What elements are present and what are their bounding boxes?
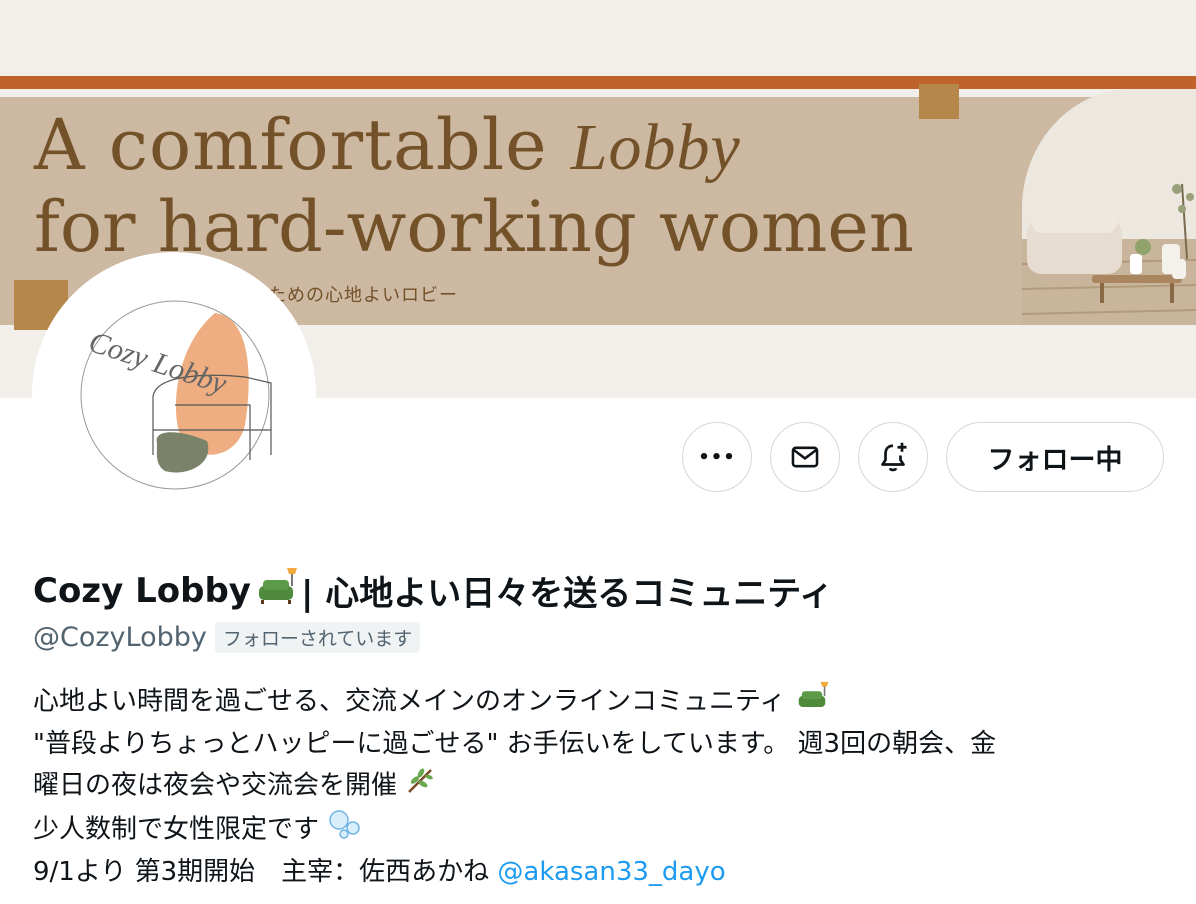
- bell-plus-icon: [881, 442, 907, 472]
- cozy-lobby-logo: Cozy Lobby: [80, 300, 272, 490]
- profile-name-text: Cozy Lobby: [33, 570, 251, 611]
- bio-line-3: 曜日の夜は夜会や交流会を開催: [33, 764, 996, 808]
- profile-handle: @CozyLobby: [33, 622, 207, 653]
- branch-icon: [405, 764, 437, 808]
- couch-lamp-icon: [794, 680, 830, 724]
- bio-line-3-text: 曜日の夜は夜会や交流会を開催: [33, 770, 398, 801]
- organizer-mention-link[interactable]: @akasan33_dayo: [497, 857, 725, 887]
- bio-line-5-text: 9/1より 第3期開始 主宰：佐西あかね: [33, 857, 498, 887]
- bio-line-4-text: 少人数制で女性限定です: [33, 814, 320, 845]
- profile-name: Cozy Lobby | 心地よい日々を送るコミュニティ: [33, 566, 833, 615]
- banner-headline-part1: A comfortable: [34, 104, 548, 186]
- profile-name-suffix: | 心地よい日々を送るコミュニティ: [300, 574, 834, 614]
- more-options-button[interactable]: •••: [682, 422, 752, 492]
- bio-line-5: 9/1より 第3期開始 主宰：佐西あかね @akasan33_dayo: [33, 852, 996, 892]
- envelope-icon: [791, 446, 819, 468]
- more-options-icon: •••: [698, 446, 736, 468]
- banner-square-top: [919, 84, 959, 119]
- banner-stripe: [0, 76, 1196, 89]
- follows-you-badge: フォローされています: [214, 622, 421, 653]
- banner-subtitle: ための心地よいロビー: [268, 285, 458, 306]
- profile-avatar[interactable]: Cozy Lobby: [32, 252, 316, 536]
- banner-headline-script: Lobby: [570, 111, 741, 184]
- bio-line-2: "普段よりちょっとハッピーに過ごせる" お手伝いをしています。 週3回の朝会、金: [33, 729, 997, 759]
- couch-lamp-icon: [253, 566, 299, 615]
- following-button[interactable]: フォロー中: [946, 422, 1164, 492]
- bubbles-icon: [327, 808, 363, 852]
- profile-bio: 心地よい時間を過ごせる、交流メインのオンラインコミュニティ "普段よりちょっとハ…: [33, 680, 996, 892]
- bio-line-1: 心地よい時間を過ごせる、交流メインのオンラインコミュニティ: [33, 680, 996, 724]
- bio-line-4: 少人数制で女性限定です: [33, 808, 996, 852]
- banner-headline-1: A comfortable Lobby: [34, 104, 741, 186]
- handle-row: @CozyLobby フォローされています: [33, 622, 421, 653]
- notifications-button[interactable]: [858, 422, 928, 492]
- bio-line-1-text: 心地よい時間を過ごせる、交流メインのオンラインコミュニティ: [33, 686, 786, 717]
- message-button[interactable]: [770, 422, 840, 492]
